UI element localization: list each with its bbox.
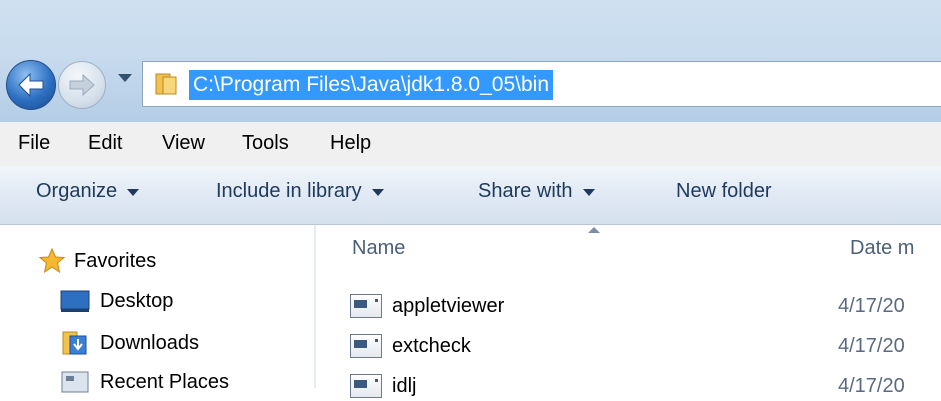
chevron-down-icon — [371, 189, 384, 196]
file-row[interactable]: extcheck — [350, 331, 471, 361]
downloads-folder-icon — [62, 331, 87, 355]
nav-favorites-label: Favorites — [74, 249, 157, 272]
share-with-label: Share with — [478, 180, 573, 202]
file-name: idlj — [392, 374, 417, 397]
executable-icon — [350, 374, 382, 398]
navigation-pane: Favorites Desktop Downloads Recent Place… — [0, 225, 314, 393]
file-date: 4/17/20 — [838, 375, 905, 397]
executable-icon — [350, 334, 382, 358]
nav-favorites[interactable]: Favorites — [38, 247, 156, 275]
column-header-name[interactable]: Name — [352, 237, 405, 260]
nav-item-downloads[interactable]: Downloads — [60, 329, 199, 357]
nav-item-desktop-label: Desktop — [100, 289, 174, 312]
forward-arrow-icon — [69, 73, 95, 97]
back-arrow-icon — [18, 72, 44, 98]
file-name: appletviewer — [392, 294, 505, 317]
chevron-down-icon — [582, 189, 595, 196]
file-name: extcheck — [392, 334, 471, 357]
address-bar[interactable]: C:\Program Files\Java\jdk1.8.0_05\bin — [142, 61, 941, 107]
recent-pages-dropdown[interactable] — [118, 74, 132, 82]
include-in-library-button[interactable]: Include in library — [216, 180, 384, 203]
file-row[interactable]: idlj — [350, 371, 416, 401]
nav-item-recent-places[interactable]: Recent Places — [60, 369, 229, 395]
menu-file[interactable]: File — [18, 132, 50, 155]
nav-item-desktop[interactable]: Desktop — [60, 289, 173, 313]
new-folder-button[interactable]: New folder — [676, 180, 772, 203]
file-date: 4/17/20 — [838, 295, 905, 317]
menu-bar: File Edit View Tools Help — [0, 122, 941, 167]
menu-help[interactable]: Help — [330, 132, 371, 155]
desktop-icon — [60, 290, 90, 312]
nav-item-downloads-label: Downloads — [100, 331, 199, 354]
executable-icon — [350, 294, 382, 318]
command-bar: Organize Include in library Share with N… — [0, 166, 941, 225]
recent-places-icon — [61, 371, 89, 393]
share-with-button[interactable]: Share with — [478, 180, 595, 203]
column-header-date-modified[interactable]: Date m — [850, 237, 914, 260]
menu-edit[interactable]: Edit — [88, 132, 122, 155]
menu-view[interactable]: View — [162, 132, 205, 155]
new-folder-label: New folder — [676, 180, 772, 202]
nav-item-recent-places-label: Recent Places — [100, 370, 229, 393]
forward-button[interactable] — [58, 61, 106, 109]
file-date: 4/17/20 — [838, 335, 905, 357]
sort-ascending-icon — [588, 227, 600, 233]
file-row[interactable]: appletviewer — [350, 291, 504, 321]
folder-icon — [155, 73, 177, 95]
star-icon — [38, 247, 66, 274]
include-in-library-label: Include in library — [216, 180, 362, 202]
back-button[interactable] — [6, 60, 56, 110]
organize-button[interactable]: Organize — [36, 180, 140, 203]
file-list: Name Date m appletviewer 4/17/20 extchec… — [316, 225, 941, 398]
organize-label: Organize — [36, 180, 118, 202]
chevron-down-icon — [127, 189, 140, 196]
address-path[interactable]: C:\Program Files\Java\jdk1.8.0_05\bin — [189, 70, 554, 100]
menu-tools[interactable]: Tools — [242, 132, 289, 155]
